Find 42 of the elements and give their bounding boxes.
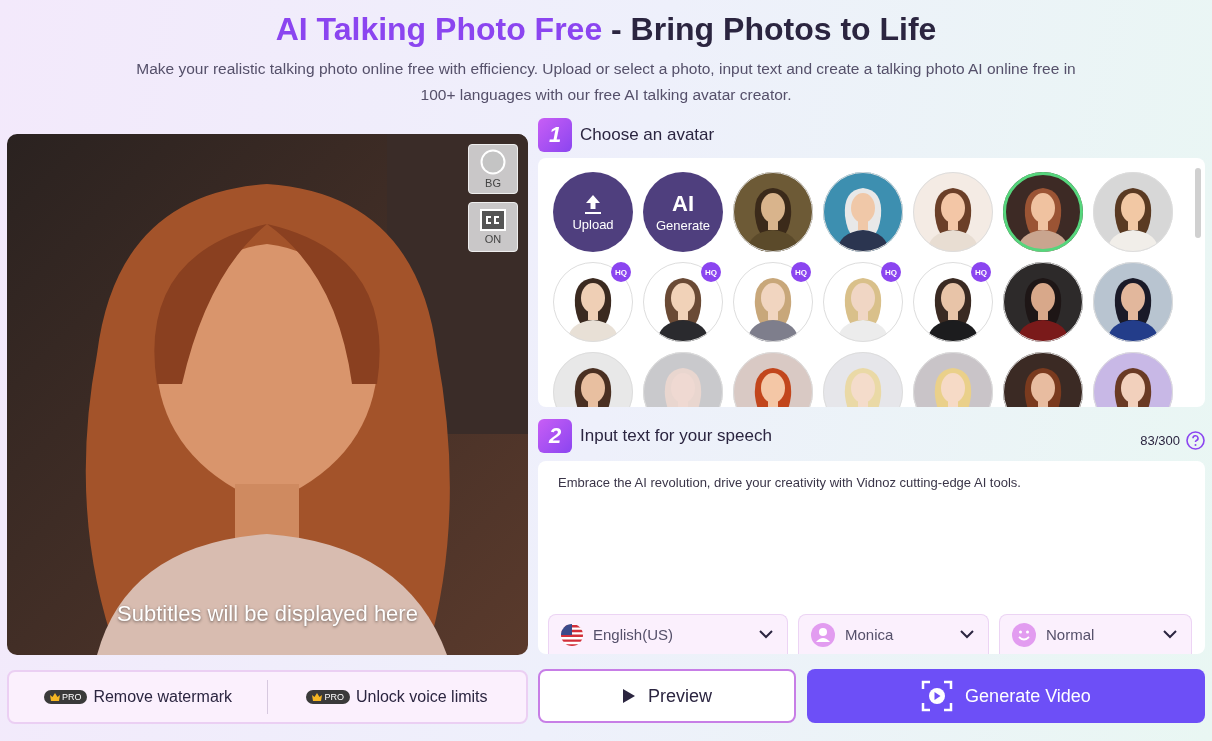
upload-button[interactable]: Upload (553, 172, 633, 252)
language-dropdown[interactable]: English(US) (548, 614, 788, 654)
hq-badge: HQ (791, 262, 811, 282)
circle-icon (480, 149, 506, 175)
title-highlight: AI Talking Photo Free (275, 11, 603, 47)
step-title: Input text for your speech (580, 426, 772, 446)
generate-video-button[interactable]: Generate Video (807, 669, 1205, 723)
speech-text-field[interactable]: Embrace the AI revolution, drive your creativity with Vidnoz cutting-edge AI tools. (548, 475, 1195, 575)
crown-icon (312, 693, 323, 701)
pro-feature-button[interactable]: PRO Unlock voice limits (268, 672, 526, 722)
page-title: - Bring Photos to Life (611, 11, 937, 47)
chevron-down-icon (1163, 630, 1177, 639)
voice-dropdown[interactable]: Monica (798, 614, 989, 654)
us-flag-icon (561, 623, 583, 646)
preview-button[interactable]: Preview (538, 669, 796, 723)
hq-badge: HQ (701, 262, 721, 282)
person-icon (811, 622, 835, 647)
generate-avatar-button[interactable]: AI Generate (643, 172, 723, 252)
character-counter: 83/300 (1140, 432, 1180, 448)
video-frame-icon (921, 680, 954, 712)
step-number: 1 (538, 118, 572, 152)
subtitle-text: Subtitles will be displayed here (117, 601, 418, 627)
chevron-down-icon (960, 630, 974, 639)
chevron-down-icon (759, 630, 773, 639)
pro-feature-button[interactable]: PRO Remove watermark (9, 672, 267, 722)
step-title: Choose an avatar (580, 125, 715, 145)
pro-badge: PRO (306, 690, 350, 704)
play-icon (622, 688, 636, 704)
pro-badge: PRO (43, 690, 88, 704)
hq-badge: HQ (881, 262, 901, 282)
scrollbar[interactable] (1195, 168, 1201, 238)
hq-badge: HQ (971, 262, 991, 282)
background-toggle[interactable]: BG (468, 144, 518, 194)
page-description: Make your realistic talking photo online free with efficiency. Upload or select a photo, input text and create a talking photo AI online free in 100+ languages with our free AI talking avatar creator. (135, 59, 1077, 105)
cc-icon (480, 209, 506, 231)
hq-badge: HQ (611, 262, 631, 282)
emotion-dropdown[interactable]: Normal (999, 614, 1192, 654)
captions-toggle[interactable]: ON (468, 202, 518, 252)
smiley-icon (1012, 622, 1036, 647)
crown-icon (49, 693, 60, 701)
help-icon[interactable] (1186, 430, 1205, 450)
step-number: 2 (538, 419, 572, 453)
